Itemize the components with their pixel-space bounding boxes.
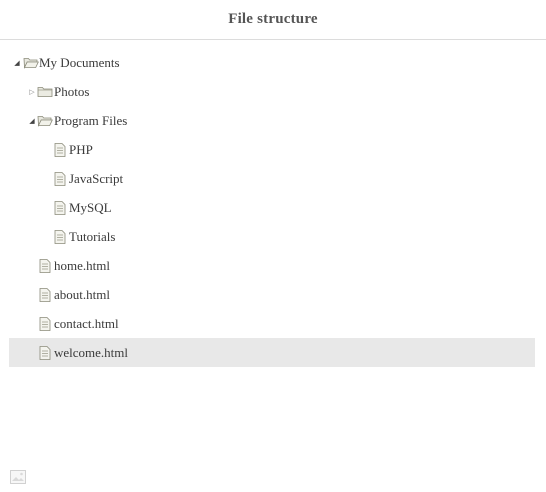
image-icon — [10, 470, 26, 484]
expand-toggle-expanded-icon[interactable]: ◢ — [13, 59, 21, 67]
tree-node-javascript[interactable]: JavaScript — [9, 164, 535, 193]
file-icon — [37, 287, 53, 302]
folder-icon — [37, 85, 53, 99]
tree-node-label: JavaScript — [69, 170, 124, 186]
tree-node-label: PHP — [69, 141, 93, 157]
tree-node-about-html[interactable]: about.html — [9, 280, 535, 309]
file-icon — [52, 171, 68, 186]
file-icon — [52, 200, 68, 215]
tree-node-label: My Documents — [39, 54, 120, 70]
tree-node-label: Tutorials — [69, 228, 116, 244]
tree-node-tutorials[interactable]: Tutorials — [9, 222, 535, 251]
file-icon — [52, 229, 68, 244]
tree-node-label: about.html — [54, 286, 110, 302]
tree-node-photos[interactable]: ▷ Photos — [9, 77, 535, 106]
file-tree: ◢ My Documents ▷ Photos ◢ Program Files … — [9, 48, 535, 367]
tree-node-label: MySQL — [69, 199, 112, 215]
tree-node-label: welcome.html — [54, 344, 129, 360]
file-icon — [37, 345, 53, 360]
file-tree-panel: File structure ◢ My Documents ▷ Photos ◢… — [0, 0, 546, 492]
tree-node-contact-html[interactable]: contact.html — [9, 309, 535, 338]
tree-node-label: home.html — [54, 257, 110, 273]
file-icon — [37, 258, 53, 273]
file-icon — [37, 316, 53, 331]
tree-node-program-files[interactable]: ◢ Program Files — [9, 106, 535, 135]
tree-node-label: Program Files — [54, 112, 128, 128]
panel-title: File structure — [0, 0, 546, 40]
tree-node-my-documents[interactable]: ◢ My Documents — [9, 48, 535, 77]
expand-toggle-expanded-icon[interactable]: ◢ — [28, 117, 36, 125]
tree-node-php[interactable]: PHP — [9, 135, 535, 164]
tree-node-home-html[interactable]: home.html — [9, 251, 535, 280]
file-icon — [52, 142, 68, 157]
tree-node-welcome-html[interactable]: welcome.html — [9, 338, 535, 367]
tree-node-mysql[interactable]: MySQL — [9, 193, 535, 222]
folder-open-icon — [37, 114, 53, 128]
folder-open-icon — [23, 56, 39, 70]
expand-toggle-collapsed-icon[interactable]: ▷ — [28, 88, 36, 96]
tree-node-label: Photos — [54, 83, 90, 99]
tree-node-label: contact.html — [54, 315, 119, 331]
